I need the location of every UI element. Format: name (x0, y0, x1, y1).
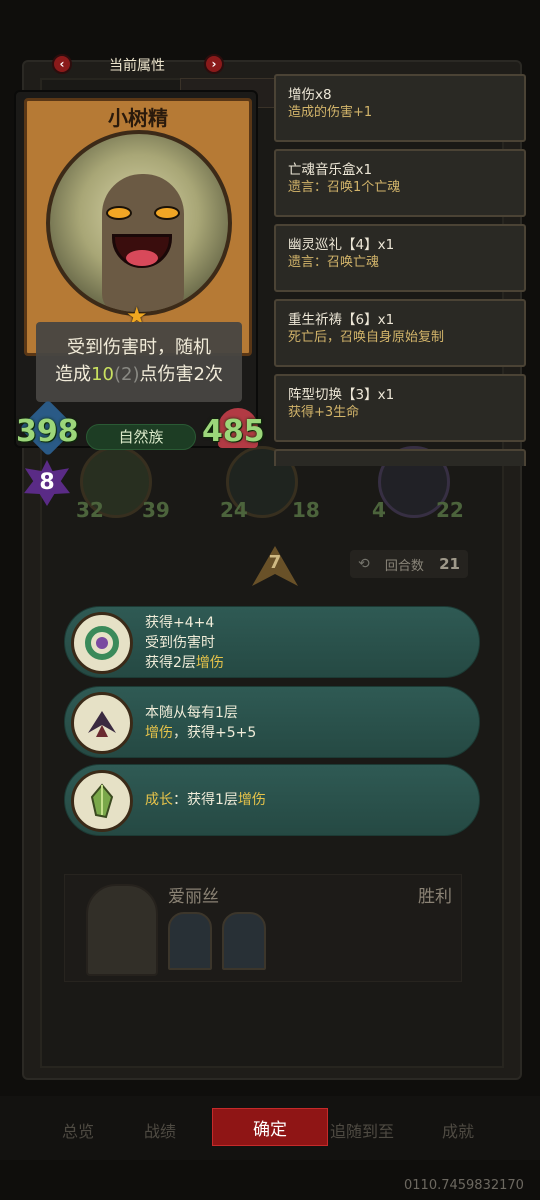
crystal-icon (71, 770, 133, 832)
effect-title: 亡魂音乐盒x1 (288, 162, 373, 178)
effect-detail: 死亡后，召唤自身原始复制 (288, 330, 445, 345)
description-value: 10 (91, 364, 114, 385)
description-paren: (2) (113, 364, 140, 385)
buff-text: 本随从每有1层 增伤，获得+5+5 (145, 703, 256, 743)
board-unit-1: 32 39 (66, 446, 170, 526)
user-id: 0110.7459832170 (404, 1178, 524, 1193)
dark-bird-icon (71, 692, 133, 754)
mini-card-2 (222, 912, 266, 970)
card-health: 485 (202, 414, 265, 449)
card-attack: 398 (16, 414, 79, 449)
buff-text-plain: 获得2层 (145, 655, 196, 671)
round-counter: ⟲ 回合数 21 (350, 550, 468, 578)
player-result: 胜利 (418, 887, 452, 907)
tab-overview[interactable]: 总览 (62, 1118, 94, 1142)
effect-item: 亡魂音乐盒x1 遗言：召唤1个亡魂 (274, 149, 526, 217)
portrait-eye-right (154, 206, 180, 220)
effect-title: 重生祈祷【6】x1 (288, 312, 395, 328)
effect-item: 重生祈祷【6】x1 死亡后，召唤自身原始复制 (274, 299, 526, 367)
buff-keyword: 增伤 (237, 792, 266, 808)
buff-item: 本随从每有1层 增伤，获得+5+5 (64, 686, 480, 758)
buff-text-plain: ，获得+5+5 (173, 725, 257, 741)
unit-health: 18 (292, 498, 320, 522)
portrait-eye-left (106, 206, 132, 220)
unit-health: 39 (142, 498, 170, 522)
effect-detail: 造成的伤害+1 (288, 105, 373, 120)
buff-item: 成长：获得1层增伤 (64, 764, 480, 836)
tab-follow[interactable]: 追随到至 (330, 1118, 394, 1142)
chevron-right-icon: › (211, 57, 217, 71)
description-text: 造成 (55, 364, 92, 385)
buff-keyword: 增伤 (195, 655, 224, 671)
confirm-button[interactable]: 确定 (212, 1108, 328, 1146)
mini-card-1 (168, 912, 212, 970)
buff-text: 成长：获得1层增伤 (145, 790, 266, 810)
refresh-icon: ⟲ (358, 556, 370, 572)
effect-item: 幽灵巡礼【4】x1 遗言：召唤亡魂 (274, 224, 526, 292)
buff-item: 获得+4+4 受到伤害时 获得2层增伤 (64, 606, 480, 678)
buff-text: 获得+4+4 受到伤害时 获得2层增伤 (145, 613, 224, 673)
buff-keyword: 成长 (145, 792, 173, 808)
effect-detail: 遗言：召唤1个亡魂 (288, 180, 401, 195)
player-name: 爱丽丝 (168, 887, 219, 907)
tree-spirit-portrait (46, 130, 232, 316)
unit-attack: 4 (372, 498, 386, 522)
round-label: 回合数 (384, 558, 424, 574)
effect-item: 阵型切换【3】x1 获得+3生命 (274, 374, 526, 442)
buff-line: 本随从每有1层 (145, 705, 238, 721)
buff-text-plain: ：获得1层 (173, 792, 238, 808)
tab-achievement[interactable]: 成就 (442, 1118, 474, 1142)
buff-keyword: 增伤 (145, 725, 173, 741)
effects-list[interactable]: 增伤x8 造成的伤害+1 亡魂音乐盒x1 遗言：召唤1个亡魂 幽灵巡礼【4】x1… (274, 74, 528, 466)
panel-title: 当前属性 (109, 58, 165, 74)
effect-title: 阵型切换【3】x1 (288, 387, 395, 403)
unit-health: 22 (436, 498, 464, 522)
tier-number: 8 (39, 470, 55, 495)
race-badge: 自然族 (86, 424, 196, 450)
portrait-tongue (126, 250, 158, 266)
effect-title: 增伤x8 (288, 87, 332, 103)
effect-detail: 遗言：召唤亡魂 (288, 255, 380, 270)
gold-count: 7 (268, 552, 282, 573)
card-name: 小树精 (108, 106, 168, 130)
unit-attack: 32 (76, 498, 104, 522)
unit-card: 小树精 ★ 受到伤害时，随机 造成10(2)点伤害2次 398 自然族 485 (14, 90, 265, 457)
buff-line: 获得2层增伤 (145, 653, 224, 673)
prev-arrow-button[interactable]: ‹ (52, 54, 72, 74)
round-value: 21 (439, 555, 460, 573)
next-arrow-button[interactable]: › (204, 54, 224, 74)
buff-line: 获得+4+4 (145, 615, 215, 631)
unit-attack: 24 (220, 498, 248, 522)
vine-icon (71, 612, 133, 674)
buff-line: 受到伤害时 (145, 635, 215, 651)
tab-record[interactable]: 战绩 (144, 1118, 176, 1142)
description-text: 点伤害2次 (139, 364, 223, 385)
card-description: 受到伤害时，随机 造成10(2)点伤害2次 (36, 322, 242, 402)
effect-title: 幽灵巡礼【4】x1 (288, 237, 395, 253)
effect-detail: 获得+3生命 (288, 405, 360, 420)
effect-item-partial (274, 449, 526, 466)
player-avatar (86, 884, 158, 976)
buff-line: 增伤，获得+5+5 (145, 723, 256, 743)
description-line-2: 造成10(2)点伤害2次 (36, 361, 242, 388)
effect-item: 增伤x8 造成的伤害+1 (274, 74, 526, 142)
description-line-1: 受到伤害时，随机 (67, 337, 211, 358)
chevron-left-icon: ‹ (59, 57, 65, 71)
